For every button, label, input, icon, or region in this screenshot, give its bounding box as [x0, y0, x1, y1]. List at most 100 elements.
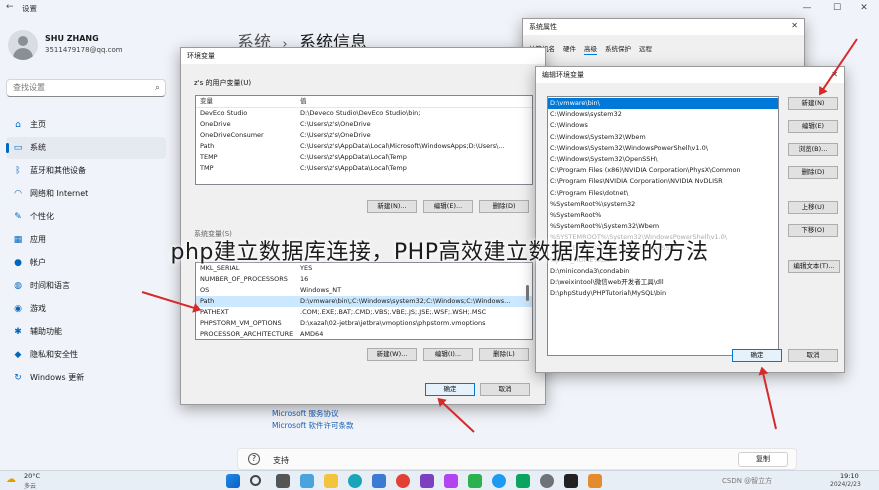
user-new-button[interactable]: 新建(N)...	[367, 200, 417, 213]
start-icon[interactable]	[226, 474, 240, 488]
edge-icon[interactable]	[348, 474, 362, 488]
tab-4[interactable]: 远程	[639, 43, 652, 55]
weather-temp[interactable]: 20°C	[24, 472, 40, 480]
app-icon[interactable]	[588, 474, 602, 488]
var-value: 16	[300, 275, 309, 283]
list-item[interactable]: %SystemRoot%\System32\Wbem	[548, 221, 778, 232]
list-item[interactable]: D:\miniconda3\condabin	[548, 266, 778, 277]
edit-browse-button[interactable]: 浏览(B)...	[788, 143, 838, 156]
widgets-icon[interactable]	[300, 474, 314, 488]
table-row[interactable]: PATHEXT .COM;.EXE;.BAT;.CMD;.VBS;.VBE;.JS…	[196, 307, 532, 318]
search-icon[interactable]: ⌕	[155, 80, 160, 96]
table-row[interactable]: OneDrive C:\Users\z's\OneDrive	[196, 119, 532, 130]
table-row[interactable]: OS Windows_NT	[196, 285, 532, 296]
table-row[interactable]: DevEco Studio D:\Deveco Studio\DevEco Stu…	[196, 108, 532, 120]
system-properties-close-icon[interactable]: ✕	[791, 21, 798, 30]
weather-desc[interactable]: 多云	[24, 481, 36, 490]
bluetooth-icon: ᛒ	[15, 166, 21, 176]
maximize-button[interactable]: ☐	[825, 0, 849, 16]
minimize-button[interactable]: —	[795, 0, 819, 16]
weather-icon[interactable]: ☁	[6, 474, 16, 485]
sidebar-item-8[interactable]: ◉ 游戏	[6, 298, 166, 320]
system-edit-button[interactable]: 编辑(I)...	[423, 348, 473, 361]
env-cancel-button[interactable]: 取消	[480, 383, 530, 396]
tab-1[interactable]: 硬件	[563, 43, 576, 55]
sidebar-item-7[interactable]: ◍ 时间和语言	[6, 275, 166, 297]
file-explorer-icon[interactable]	[324, 474, 338, 488]
copy-button[interactable]: 复制	[738, 452, 788, 467]
user-vars-list[interactable]: 变量 值 DevEco Studio D:\Deveco Studio\DevEc…	[195, 95, 533, 185]
table-row[interactable]: NUMBER_OF_PROCESSORS 16	[196, 274, 532, 285]
taskbar-search-icon[interactable]	[250, 475, 261, 486]
service-agreement-link[interactable]: Microsoft 服务协议	[272, 408, 339, 419]
wechat-icon[interactable]	[468, 474, 482, 488]
search-input[interactable]: 查找设置 ⌕	[6, 79, 166, 97]
edit-delete-button[interactable]: 删除(D)	[788, 166, 838, 179]
shield-icon: ◆	[14, 350, 22, 360]
table-row[interactable]: Path C:\Users\z's\AppData\Local\Microsoft…	[196, 141, 532, 152]
license-terms-link[interactable]: Microsoft 软件许可条款	[272, 420, 354, 431]
table-row[interactable]: OneDriveConsumer C:\Users\z's\OneDrive	[196, 130, 532, 141]
table-row[interactable]: Path D:\vmware\bin\;C:\Windows\system32;C…	[196, 296, 532, 307]
tab-2[interactable]: 高级	[584, 43, 597, 55]
terminal-icon[interactable]	[564, 474, 578, 488]
clock-time[interactable]: 19:10	[840, 472, 859, 480]
list-item[interactable]: C:\Program Files (x86)\NVIDIA Corporatio…	[548, 165, 778, 176]
table-row[interactable]: TMP C:\Users\z's\AppData\Local\Temp	[196, 163, 532, 174]
list-item[interactable]: %SystemRoot%	[548, 210, 778, 221]
sidebar-item-1[interactable]: ▭ 系统	[6, 137, 166, 159]
list-item[interactable]: C:\Windows\system32	[548, 109, 778, 120]
list-item[interactable]: C:\Windows\System32\OpenSSH\	[548, 154, 778, 165]
qq-icon[interactable]	[492, 474, 506, 488]
user-delete-button[interactable]: 删除(D)	[479, 200, 529, 213]
table-row[interactable]: PROCESSOR_ARCHITECTURE AMD64	[196, 329, 532, 339]
edit-move-up-button[interactable]: 上移(U)	[788, 201, 838, 214]
list-item[interactable]: %SystemRoot%\system32	[548, 199, 778, 210]
edit-edit-button[interactable]: 编辑(E)	[788, 120, 838, 133]
store-icon[interactable]	[372, 474, 386, 488]
col-variable[interactable]: 变量	[196, 96, 296, 108]
user-edit-button[interactable]: 编辑(E)...	[423, 200, 473, 213]
avatar[interactable]	[8, 30, 38, 60]
list-item[interactable]: D:\phpStudy\PHPTutorial\MySQL\bin	[548, 288, 778, 299]
settings-back-icon[interactable]: ←	[6, 2, 14, 12]
support-card[interactable]: ? 支持 复制	[237, 448, 797, 470]
var-value: C:\Users\z's\AppData\Local\Temp	[300, 153, 407, 161]
system-new-button[interactable]: 新建(W)...	[367, 348, 417, 361]
sidebar-item-2[interactable]: ᛒ 蓝牙和其他设备	[6, 160, 166, 182]
system-vars-scrollbar[interactable]	[526, 285, 529, 301]
list-item[interactable]: C:\Windows\System32\Wbem	[548, 132, 778, 143]
sidebar-item-0[interactable]: ⌂ 主页	[6, 114, 166, 136]
table-row[interactable]: PHPSTORM_VM_OPTIONS D:\xazal\02-jetbra\je…	[196, 318, 532, 329]
col-value[interactable]: 值	[296, 96, 532, 108]
list-item[interactable]: C:\Program Files\dotnet\	[548, 188, 778, 199]
sidebar-item-3[interactable]: ◠ 网络和 Internet	[6, 183, 166, 205]
settings-gear-icon[interactable]	[540, 474, 554, 488]
sidebar-item-9[interactable]: ✱ 辅助功能	[6, 321, 166, 343]
list-item[interactable]: C:\Windows\System32\WindowsPowerShell\v1…	[548, 143, 778, 154]
task-view-icon[interactable]	[276, 474, 290, 488]
edit-cancel-button[interactable]: 取消	[788, 349, 838, 362]
clock-date[interactable]: 2024/2/23	[830, 481, 861, 488]
ide-icon[interactable]	[420, 474, 434, 488]
list-item[interactable]: D:\weixintool\微信web开发者工具\dll	[548, 277, 778, 288]
system-vars-list[interactable]: MKL_SERIAL YES NUMBER_OF_PROCESSORS 16 OS W…	[195, 262, 533, 340]
env-ok-button[interactable]: 确定	[425, 383, 475, 396]
phpstorm-icon[interactable]	[444, 474, 458, 488]
devtools-icon[interactable]	[516, 474, 530, 488]
sidebar-item-11[interactable]: ↻ Windows 更新	[6, 367, 166, 389]
chrome-icon[interactable]	[396, 474, 410, 488]
list-item[interactable]: C:\Windows	[548, 120, 778, 131]
var-name: Path	[200, 142, 215, 150]
list-item[interactable]: D:\vmware\bin\	[548, 98, 778, 110]
path-entries-list[interactable]: D:\vmware\bin\ C:\Windows\system32 C:\Wind…	[547, 96, 779, 356]
sidebar-item-10[interactable]: ◆ 隐私和安全性	[6, 344, 166, 366]
system-delete-button[interactable]: 删除(L)	[479, 348, 529, 361]
edit-new-button[interactable]: 新建(N)	[788, 97, 838, 110]
sidebar-item-4[interactable]: ✎ 个性化	[6, 206, 166, 228]
tab-3[interactable]: 系统保护	[605, 43, 631, 55]
edit-ok-button[interactable]: 确定	[732, 349, 782, 362]
close-button[interactable]: ✕	[852, 0, 876, 16]
list-item[interactable]: C:\Program Files\NVIDIA Corporation\NVID…	[548, 176, 778, 187]
table-row[interactable]: TEMP C:\Users\z's\AppData\Local\Temp	[196, 152, 532, 163]
